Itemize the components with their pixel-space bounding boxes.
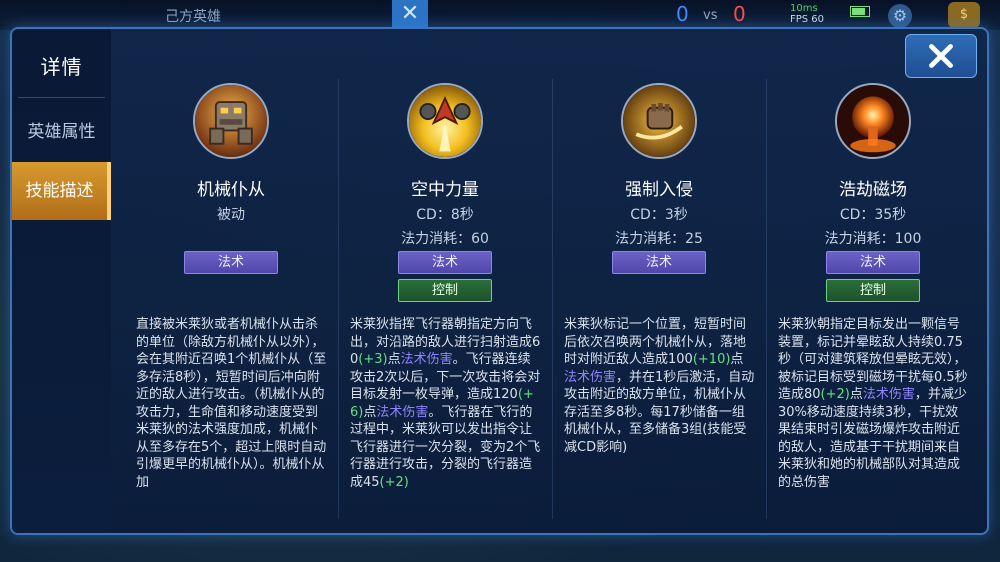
description-text: 直接被米莱狄或者机械仆从击杀的单位（除敌方机械仆从以外），会在其附近召唤1个机械… xyxy=(136,317,327,490)
settings-gear-icon[interactable]: ⚙ xyxy=(888,4,912,28)
game-hud-top-bar: 己方英雄 ✕ 0 vs 0 10ms FPS 60 ⚙ $ xyxy=(0,0,1000,30)
red-team-score: 0 xyxy=(733,2,746,26)
column-divider xyxy=(766,79,767,519)
skill-cooldown: CD：3秒 xyxy=(630,207,688,223)
skill-card-ultimate: 浩劫磁场 CD：35秒 法力消耗：100 法术 控制 米莱狄朝指定目标发出一颗信… xyxy=(771,29,968,533)
skill-cooldown: CD：8秒 xyxy=(416,207,474,223)
drone-fighter-icon xyxy=(407,83,483,159)
skill-description: 米莱狄指挥飞行器朝指定方向飞出，对沿路的敌人进行扫射造成60(+3)点法术伤害。… xyxy=(350,316,542,514)
magic-damage-tag: 法术 xyxy=(826,251,920,274)
skill-card-2: 强制入侵 CD：3秒 法力消耗：25 法术 米莱狄标记一个位置，短暂时间后依次召… xyxy=(557,29,754,533)
skill-name: 强制入侵 xyxy=(625,180,693,200)
damage-type-label: 法术伤害 xyxy=(564,369,617,385)
scaling-value: (+10) xyxy=(692,352,731,367)
skill-description: 米莱狄标记一个位置，短暂时间后依次召唤两个机械仆从，落地时对附近敌人造成100(… xyxy=(564,316,756,514)
skill-name: 浩劫磁场 xyxy=(839,180,907,200)
hud-close-icon[interactable]: ✕ xyxy=(392,0,428,28)
skill-mana-cost: 法力消耗：60 xyxy=(401,231,489,247)
description-text: 点 xyxy=(849,387,863,402)
skill-name: 机械仆从 xyxy=(197,180,265,200)
score-vs-label: vs xyxy=(703,8,718,23)
tab-hero-attributes[interactable]: 英雄属性 xyxy=(12,103,111,161)
damage-type-label: 法术伤害 xyxy=(862,387,915,402)
ping-readout: 10ms xyxy=(790,3,818,14)
column-divider xyxy=(338,79,339,519)
description-text: 点 xyxy=(730,352,744,367)
damage-type-label: 法术伤害 xyxy=(400,352,453,367)
skill-mana-cost: 法力消耗：100 xyxy=(824,231,922,247)
magic-damage-tag: 法术 xyxy=(184,251,278,274)
sidebar-title: 详情 xyxy=(40,55,83,79)
scaling-value: (+2) xyxy=(379,474,409,490)
scaling-value: (+2) xyxy=(820,387,850,402)
blue-team-score: 0 xyxy=(676,2,689,26)
close-button[interactable] xyxy=(905,34,977,78)
skill-card-passive: 机械仆从 被动 法术 直接被米莱狄或者机械仆从击杀的单位（除敌方机械仆从以外），… xyxy=(129,29,326,533)
crowd-control-tag: 控制 xyxy=(826,279,920,302)
battery-icon xyxy=(850,6,870,17)
skill-cooldown: CD：35秒 xyxy=(839,207,907,223)
tab-skill-description[interactable]: 技能描述 xyxy=(12,162,111,220)
team-heroes-title: 己方英雄 xyxy=(165,9,221,25)
magic-damage-tag: 法术 xyxy=(398,251,492,274)
skill-description: 直接被米莱狄或者机械仆从击杀的单位（除敌方机械仆从以外），会在其附近召唤1个机械… xyxy=(136,316,328,514)
close-icon xyxy=(929,44,953,68)
magic-damage-tag: 法术 xyxy=(612,251,706,274)
skill-card-1: 空中力量 CD：8秒 法力消耗：60 法术 控制 米莱狄指挥飞行器朝指定方向飞出… xyxy=(343,29,540,533)
explosion-icon xyxy=(835,83,911,159)
description-text: 点 xyxy=(387,352,401,367)
shop-money-bag-icon[interactable]: $ xyxy=(948,2,980,28)
column-divider xyxy=(552,79,553,519)
description-text: 点 xyxy=(363,404,377,420)
skill-name: 空中力量 xyxy=(411,180,479,200)
damage-type-label: 法术伤害 xyxy=(376,404,429,420)
scaling-value: (+3) xyxy=(358,352,388,367)
mech-robot-icon xyxy=(193,83,269,159)
sidebar-divider xyxy=(18,97,105,98)
description-text: ，并减少30%移动速度持续3秒，干扰效果结束时引发磁场爆炸攻击附近的敌人，造成基… xyxy=(778,387,967,490)
hero-detail-dialog: 详情 英雄属性 技能描述 机械仆从 被动 法术 直接被米莱狄或者机械仆从击杀的单… xyxy=(10,27,989,535)
skill-description: 米莱狄朝指定目标发出一颗信号装置，标记并晕眩敌人持续0.75秒（可对建筑释放但晕… xyxy=(778,316,970,514)
fps-readout: FPS 60 xyxy=(790,14,825,25)
skill-passive-label: 被动 xyxy=(217,207,245,223)
detail-sidebar: 详情 英雄属性 技能描述 xyxy=(12,29,111,533)
crowd-control-tag: 控制 xyxy=(398,279,492,302)
skill-mana-cost: 法力消耗：25 xyxy=(615,231,703,247)
mech-fist-icon xyxy=(621,83,697,159)
